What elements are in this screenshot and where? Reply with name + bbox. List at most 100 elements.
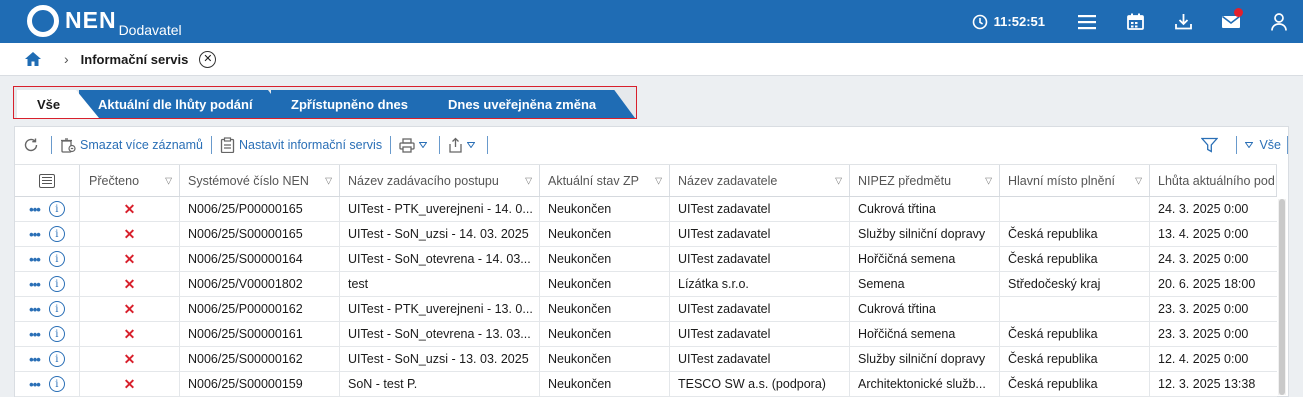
table-row[interactable]: ••• i ✕ N006/25/V00001802 test Neukončen Lízát…	[15, 272, 1277, 297]
table-row[interactable]: ••• i ✕ N006/25/S00000161 UITest - SoN_otevr…	[15, 322, 1277, 347]
system-number-cell: N006/25/S00000161	[180, 322, 340, 346]
export-menu-button[interactable]	[442, 135, 485, 155]
set-info-service-button[interactable]: Nastavit informační servis	[214, 135, 388, 155]
table-row[interactable]: ••• i ✕ N006/25/S00000165 UITest - SoN_uzsi …	[15, 222, 1277, 247]
toolbar-divider	[1236, 136, 1238, 154]
more-actions-icon[interactable]: •••	[29, 202, 41, 217]
user-button[interactable]	[1255, 0, 1303, 43]
nipez-cell: Semena	[850, 272, 1000, 296]
system-number-cell: N006/25/S00000164	[180, 247, 340, 271]
download-button[interactable]	[1159, 0, 1207, 43]
column-header-label: Název zadavatele	[678, 173, 778, 188]
contracting-authority-cell: UITest zadavatel	[670, 347, 850, 371]
clock-time: 11:52:51	[993, 14, 1045, 29]
deadline-cell: 13. 4. 2025 0:00	[1158, 227, 1249, 241]
menu-icon	[1078, 14, 1096, 29]
more-actions-icon[interactable]: •••	[29, 377, 41, 392]
system-number-cell: N006/25/S00000165	[180, 222, 340, 246]
column-header[interactable]: Název zadávacího postupu ▽	[340, 165, 540, 196]
column-header[interactable]: Lhůta aktuálního pod	[1150, 165, 1277, 196]
print-icon	[399, 137, 415, 153]
read-status-cell: ✕	[80, 272, 180, 296]
place-of-performance-cell: Středočeský kraj	[1000, 272, 1150, 296]
info-icon[interactable]: i	[48, 276, 65, 292]
read-status-cell: ✕	[80, 347, 180, 371]
procedure-name-cell: UITest - PTK_uverejneni - 14. 0...	[340, 197, 540, 221]
calendar-icon	[1126, 13, 1144, 30]
filter-preset-value: Vše	[1259, 138, 1281, 152]
info-icon[interactable]: i	[48, 376, 65, 392]
column-header[interactable]: Hlavní místo plnění ▽	[1000, 165, 1150, 196]
more-actions-icon[interactable]: •••	[29, 302, 41, 317]
table-row[interactable]: ••• i ✕ N006/25/S00000164 UITest - SoN_otevr…	[15, 247, 1277, 272]
table-body: ••• i ✕ N006/25/P00000165 UITest - PTK_uvere…	[15, 197, 1277, 397]
scrollbar-thumb[interactable]	[1279, 199, 1285, 395]
close-tab-icon[interactable]: ✕	[199, 50, 217, 68]
contracting-authority-cell: UITest zadavatel	[670, 197, 850, 221]
info-icon[interactable]: i	[48, 251, 65, 267]
contracting-authority-cell: UITest zadavatel	[670, 247, 850, 271]
column-header[interactable]: NIPEZ předmětu ▽	[850, 165, 1000, 196]
table-row[interactable]: ••• i ✕ N006/25/S00000159 SoN - test P. Neuko…	[15, 372, 1277, 397]
more-actions-icon[interactable]: •••	[29, 327, 41, 342]
tab-zpristupneno-dnes[interactable]: Zpřístupněno dnes	[271, 90, 448, 118]
results-panel: Smazat více záznamů Nastavit informační …	[14, 126, 1289, 397]
toolbar-divider	[51, 136, 52, 154]
procedure-name-cell: UITest - PTK_uverejneni - 13. 0...	[340, 297, 540, 321]
nipez-cell: Služby silniční dopravy	[850, 347, 1000, 371]
info-icon[interactable]: i	[48, 226, 65, 242]
calendar-button[interactable]	[1111, 0, 1159, 43]
logo-subtitle: Dodavatel	[118, 22, 182, 38]
sort-icon: ▽	[1135, 175, 1142, 185]
table-row[interactable]: ••• i ✕ N006/25/S00000162 UITest - SoN_uzsi …	[15, 347, 1277, 372]
logo-text: NEN	[65, 7, 117, 33]
info-icon[interactable]: i	[48, 351, 65, 367]
toolbar-divider	[439, 136, 441, 154]
refresh-button[interactable]	[15, 135, 49, 155]
column-header-label: Aktuální stav ZP	[548, 173, 640, 188]
session-clock: 11:52:51	[972, 14, 1045, 30]
toolbar-divider	[487, 136, 489, 154]
procedure-name-cell: UITest - SoN_otevrena - 14. 03...	[340, 247, 540, 271]
vertical-scrollbar[interactable]	[1278, 199, 1286, 395]
column-header[interactable]: Přečteno ▽	[80, 165, 180, 196]
filter-button[interactable]	[1195, 135, 1228, 155]
system-number-cell: N006/25/S00000162	[180, 347, 340, 371]
column-header[interactable]: Systémové číslo NEN ▽	[180, 165, 340, 196]
table-row[interactable]: ••• i ✕ N006/25/P00000165 UITest - PTK_uvere…	[15, 197, 1277, 222]
info-icon[interactable]: i	[48, 201, 65, 217]
column-header-label: Systémové číslo NEN	[188, 173, 309, 188]
more-actions-icon[interactable]: •••	[29, 227, 41, 242]
home-button[interactable]	[24, 51, 42, 67]
filter-preset-select[interactable]: Vše	[1245, 138, 1281, 152]
column-header[interactable]: Název zadavatele ▽	[670, 165, 850, 196]
nipez-cell: Hořčičná semena	[850, 322, 1000, 346]
place-of-performance-cell: Česká republika	[1000, 322, 1150, 346]
tab-dnes-zmena[interactable]: Dnes uveřejněna změna	[428, 90, 635, 118]
print-menu-button[interactable]	[393, 135, 437, 155]
row-actions: ••• i	[15, 247, 80, 271]
nen-logo[interactable]: NEN Dodavatel	[27, 5, 182, 38]
info-icon[interactable]: i	[48, 301, 65, 317]
nipez-cell: Cukrová třtina	[850, 197, 1000, 221]
nipez-cell: Hořčičná semena	[850, 247, 1000, 271]
read-status-cell: ✕	[80, 322, 180, 346]
row-actions: ••• i	[15, 347, 80, 371]
column-header[interactable]: Aktuální stav ZP ▽	[540, 165, 670, 196]
read-status-cell: ✕	[80, 372, 180, 396]
more-actions-icon[interactable]: •••	[29, 352, 41, 367]
tab-aktualni[interactable]: Aktuální dle lhůty podání	[79, 90, 289, 118]
toolbar-divider	[210, 136, 212, 154]
procedure-name-cell: UITest - SoN_otevrena - 13. 03...	[340, 322, 540, 346]
messages-button[interactable]	[1207, 0, 1255, 43]
delete-records-button[interactable]: Smazat více záznamů	[54, 135, 209, 155]
contracting-authority-cell: UITest zadavatel	[670, 297, 850, 321]
menu-button[interactable]	[1063, 0, 1111, 43]
info-icon[interactable]: i	[48, 326, 65, 342]
table-row[interactable]: ••• i ✕ N006/25/P00000162 UITest - PTK_uvere…	[15, 297, 1277, 322]
place-of-performance-cell	[1000, 197, 1150, 221]
system-number-cell: N006/25/P00000165	[180, 197, 340, 221]
column-settings-button[interactable]	[15, 165, 80, 196]
more-actions-icon[interactable]: •••	[29, 277, 41, 292]
more-actions-icon[interactable]: •••	[29, 252, 41, 267]
